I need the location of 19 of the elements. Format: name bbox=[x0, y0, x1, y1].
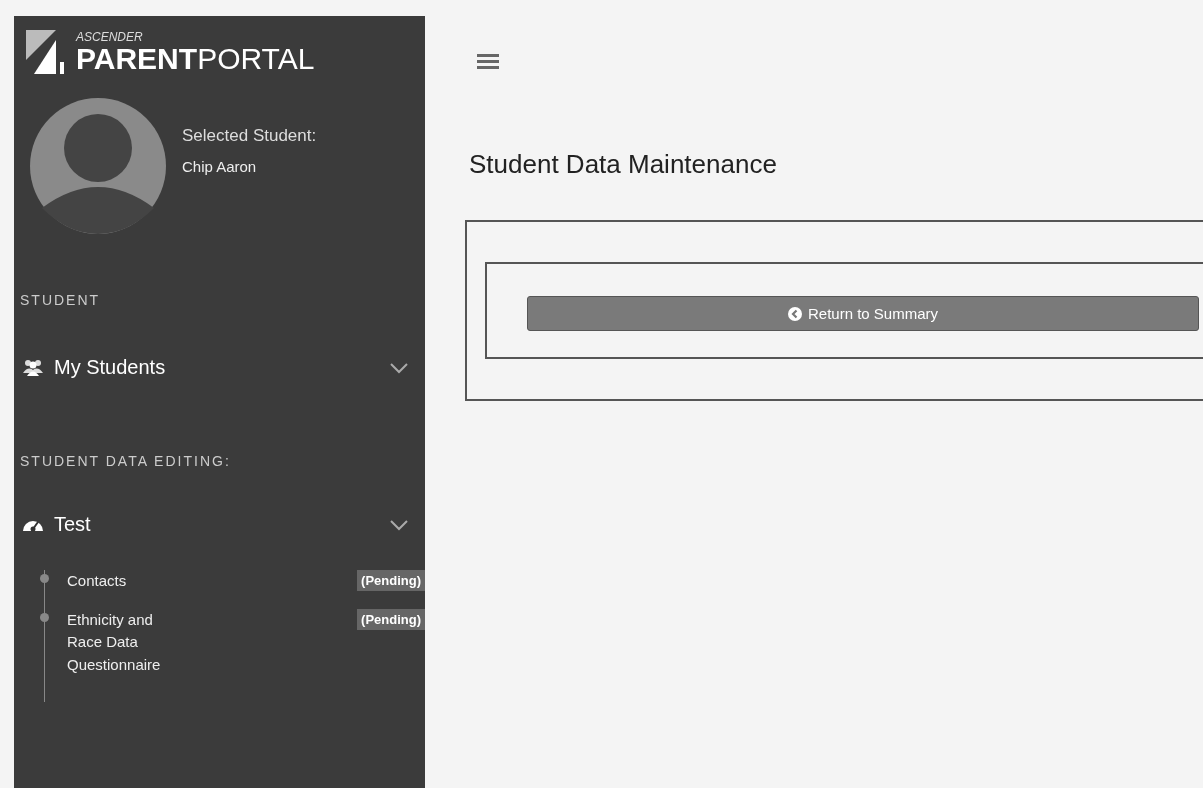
submenu-item[interactable]: Ethnicity and Race Data Questionnaire (Pending) bbox=[67, 608, 425, 676]
page-title: Student Data Maintenance bbox=[469, 149, 778, 180]
student-name: Chip Aaron bbox=[182, 158, 258, 175]
section-heading: STUDENT bbox=[19, 291, 102, 308]
chevron-down-icon bbox=[389, 517, 409, 532]
brand-name: PARENTPORTAL bbox=[76, 44, 315, 74]
nav-item[interactable]: My Students bbox=[14, 352, 425, 383]
return-button[interactable]: Return to Summary bbox=[527, 296, 1199, 331]
users-icon bbox=[22, 358, 44, 377]
selected-student-label: Selected Student: bbox=[182, 126, 317, 146]
menu-icon bbox=[477, 54, 499, 70]
submenu-item[interactable]: Contacts (Pending) bbox=[67, 570, 425, 593]
nav-item[interactable]: Test bbox=[14, 509, 425, 540]
brand-subtitle: ASCENDER bbox=[76, 30, 144, 44]
chevron-down-icon bbox=[389, 360, 409, 375]
avatar-icon bbox=[28, 96, 168, 236]
status-badge: (Pending) bbox=[357, 570, 425, 591]
section-heading: STUDENT DATA EDITING: bbox=[19, 452, 232, 469]
status-badge: (Pending) bbox=[357, 608, 425, 630]
